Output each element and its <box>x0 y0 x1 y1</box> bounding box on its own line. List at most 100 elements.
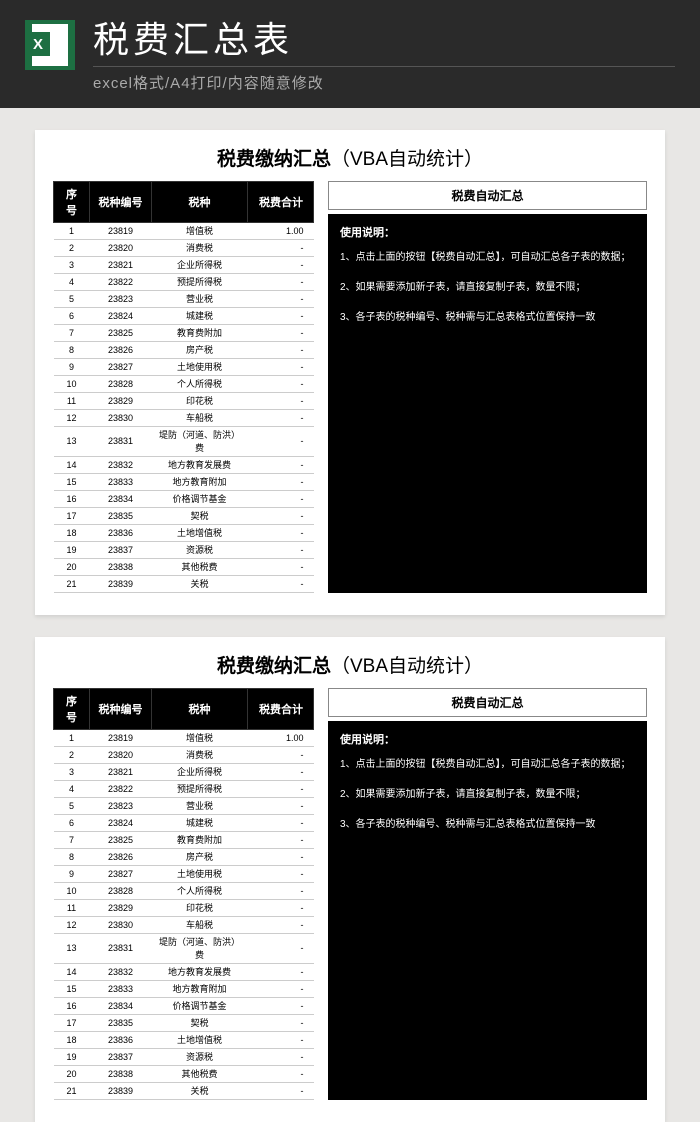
cell-code: 23832 <box>90 963 152 980</box>
table-row: 1223830车船税- <box>54 409 314 426</box>
table-row: 2023838其他税费- <box>54 1065 314 1082</box>
cell-total: - <box>248 882 314 899</box>
cell-code: 23834 <box>90 490 152 507</box>
col-header-total: 税费合计 <box>248 181 314 222</box>
cell-code: 23830 <box>90 409 152 426</box>
cell-total: - <box>248 456 314 473</box>
sheet-title-main: 税费缴纳汇总 <box>217 656 331 677</box>
col-header-name: 税种 <box>152 181 248 222</box>
cell-name: 城建税 <box>152 814 248 831</box>
cell-total: 1.00 <box>248 729 314 746</box>
table-row: 623824城建税- <box>54 814 314 831</box>
cell-name: 土地增值税 <box>152 524 248 541</box>
cell-code: 23834 <box>90 997 152 1014</box>
cell-no: 3 <box>54 763 90 780</box>
cell-no: 7 <box>54 831 90 848</box>
cell-total: - <box>248 575 314 592</box>
table-row: 623824城建税- <box>54 307 314 324</box>
table-row: 723825教育费附加- <box>54 324 314 341</box>
cell-no: 6 <box>54 307 90 324</box>
cell-no: 1 <box>54 729 90 746</box>
cell-name: 土地使用税 <box>152 358 248 375</box>
tax-table: 序号 税种编号 税种 税费合计 123819增值税1.00223820消费税-3… <box>53 181 314 593</box>
col-header-no: 序号 <box>54 181 90 222</box>
cell-name: 价格调节基金 <box>152 490 248 507</box>
cell-no: 21 <box>54 575 90 592</box>
instruction-1: 1、点击上面的按钮【税费自动汇总】，可自动汇总各子表的数据； <box>340 249 635 267</box>
cell-code: 23832 <box>90 456 152 473</box>
tax-table-body-1: 123819增值税1.00223820消费税-323821企业所得税-42382… <box>54 222 314 592</box>
cell-name: 地方教育附加 <box>152 980 248 997</box>
cell-name: 价格调节基金 <box>152 997 248 1014</box>
sheet-title: 税费缴纳汇总（VBA自动统计） <box>53 144 647 171</box>
table-row: 2123839关税- <box>54 1082 314 1099</box>
cell-total: - <box>248 1082 314 1099</box>
cell-code: 23825 <box>90 324 152 341</box>
cell-name: 车船税 <box>152 916 248 933</box>
cell-code: 23824 <box>90 307 152 324</box>
cell-name: 增值税 <box>152 222 248 239</box>
cell-total: - <box>248 814 314 831</box>
table-row: 223820消费税- <box>54 239 314 256</box>
cell-no: 9 <box>54 865 90 882</box>
table-row: 1323831堤防（河道、防洪）费- <box>54 933 314 963</box>
cell-total: - <box>248 358 314 375</box>
cell-name: 消费税 <box>152 239 248 256</box>
cell-name: 个人所得税 <box>152 882 248 899</box>
cell-total: - <box>248 290 314 307</box>
excel-icon <box>25 20 75 70</box>
cell-name: 关税 <box>152 1082 248 1099</box>
table-row: 723825教育费附加- <box>54 831 314 848</box>
cell-code: 23821 <box>90 256 152 273</box>
cell-name: 教育费附加 <box>152 831 248 848</box>
table-row: 1323831堤防（河道、防洪）费- <box>54 426 314 456</box>
cell-no: 3 <box>54 256 90 273</box>
cell-name: 车船税 <box>152 409 248 426</box>
cell-code: 23828 <box>90 882 152 899</box>
cell-no: 10 <box>54 375 90 392</box>
table-row: 423822预提所得税- <box>54 273 314 290</box>
cell-total: - <box>248 375 314 392</box>
table-row: 823826房产税- <box>54 848 314 865</box>
cell-total: - <box>248 256 314 273</box>
cell-name: 资源税 <box>152 1048 248 1065</box>
cell-total: - <box>248 490 314 507</box>
cell-name: 企业所得税 <box>152 256 248 273</box>
cell-no: 13 <box>54 933 90 963</box>
tax-table-body-2: 123819增值税1.00223820消费税-323821企业所得税-42382… <box>54 729 314 1099</box>
table-row: 923827土地使用税- <box>54 865 314 882</box>
cell-total: - <box>248 933 314 963</box>
cell-code: 23820 <box>90 746 152 763</box>
table-row: 1123829印花税- <box>54 899 314 916</box>
cell-code: 23839 <box>90 575 152 592</box>
auto-summary-button[interactable]: 税费自动汇总 <box>328 181 647 210</box>
cell-no: 19 <box>54 1048 90 1065</box>
cell-code: 23835 <box>90 1014 152 1031</box>
cell-no: 15 <box>54 980 90 997</box>
cell-no: 2 <box>54 746 90 763</box>
cell-total: - <box>248 916 314 933</box>
instruction-2: 2、如果需要添加新子表，请直接复制子表，数量不限； <box>340 279 635 297</box>
table-row: 923827土地使用税- <box>54 358 314 375</box>
cell-code: 23827 <box>90 358 152 375</box>
cell-total: - <box>248 899 314 916</box>
cell-name: 印花税 <box>152 392 248 409</box>
sheet-title: 税费缴纳汇总（VBA自动统计） <box>53 651 647 678</box>
cell-total: - <box>248 239 314 256</box>
cell-no: 16 <box>54 490 90 507</box>
cell-no: 4 <box>54 273 90 290</box>
table-row: 423822预提所得税- <box>54 780 314 797</box>
cell-total: - <box>248 1014 314 1031</box>
auto-summary-button[interactable]: 税费自动汇总 <box>328 688 647 717</box>
cell-total: - <box>248 963 314 980</box>
sheet-preview-1: 税费缴纳汇总（VBA自动统计） 序号 税种编号 税种 税费合计 123819增值… <box>35 130 665 615</box>
cell-code: 23830 <box>90 916 152 933</box>
cell-name: 城建税 <box>152 307 248 324</box>
cell-name: 堤防（河道、防洪）费 <box>152 933 248 963</box>
cell-code: 23829 <box>90 392 152 409</box>
cell-name: 房产税 <box>152 341 248 358</box>
cell-no: 12 <box>54 916 90 933</box>
cell-no: 20 <box>54 1065 90 1082</box>
cell-code: 23828 <box>90 375 152 392</box>
table-row: 2123839关税- <box>54 575 314 592</box>
